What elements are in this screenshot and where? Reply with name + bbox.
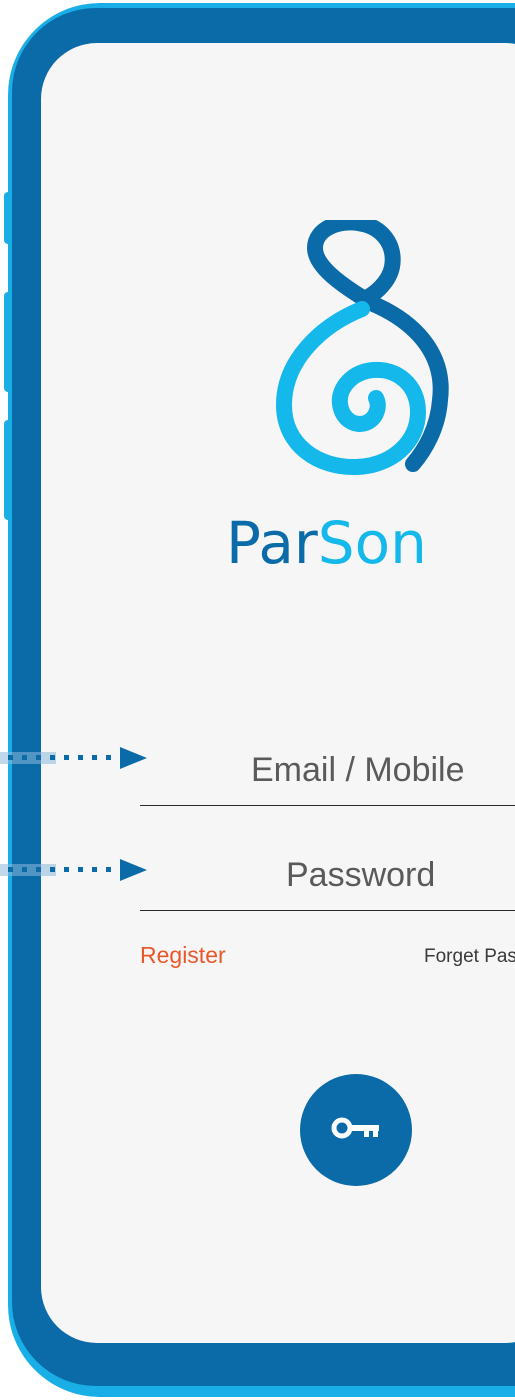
brand-name: ParSon xyxy=(226,508,496,578)
email-field-container xyxy=(140,735,515,806)
password-input[interactable] xyxy=(140,840,515,910)
login-button[interactable] xyxy=(300,1074,412,1186)
login-screen-mockup: ParSon Email / Mobile Register Forget Pa… xyxy=(0,0,515,1400)
email-input[interactable] xyxy=(140,735,515,805)
register-link[interactable]: Register xyxy=(140,942,226,969)
password-field-container xyxy=(140,840,515,911)
brand-name-part1: Par xyxy=(226,509,318,577)
password-arrow-indicator xyxy=(0,859,147,881)
brand-name-part2: Son xyxy=(317,509,427,577)
key-icon xyxy=(331,1117,379,1139)
forget-password-link[interactable]: Forget Pas xyxy=(424,946,515,968)
email-arrow-indicator xyxy=(0,747,147,769)
parson-logo-icon xyxy=(275,220,449,476)
